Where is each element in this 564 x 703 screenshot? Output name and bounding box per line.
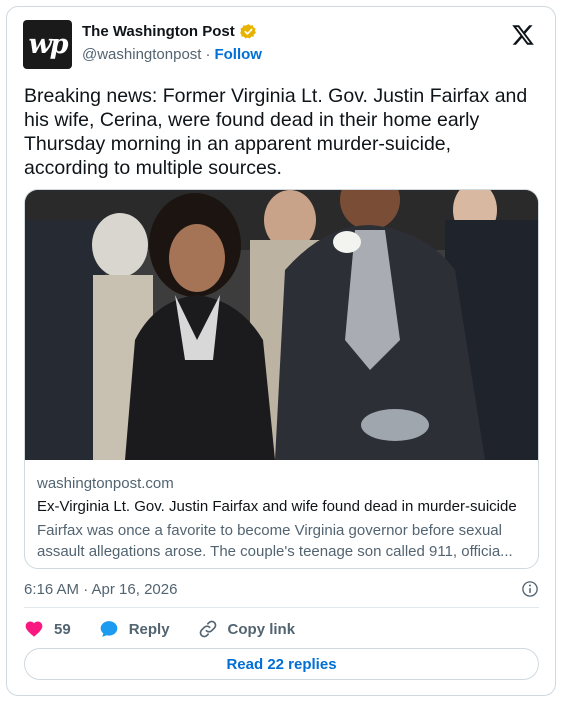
verified-badge-icon	[239, 24, 256, 39]
link-domain: washingtonpost.com	[37, 475, 174, 492]
action-bar: 59 Reply Copy link	[24, 617, 323, 641]
link-description: Fairfax was once a favorite to become Vi…	[37, 522, 513, 560]
embedded-tweet-card: wp The Washington Post @washingtonpost ·…	[6, 6, 556, 696]
info-icon[interactable]	[521, 580, 539, 598]
author-handle-row: @washingtonpost · Follow	[82, 46, 262, 63]
link-title[interactable]: Ex-Virginia Lt. Gov. Justin Fairfax and …	[37, 497, 527, 517]
read-replies-button[interactable]: Read 22 replies	[24, 648, 539, 680]
link-preview-card[interactable]: washingtonpost.com Ex-Virginia Lt. Gov. …	[24, 189, 539, 569]
follow-button[interactable]: Follow	[214, 46, 262, 63]
copy-link-button[interactable]: Copy link	[198, 619, 296, 639]
copy-link-label: Copy link	[227, 620, 296, 638]
speech-bubble-icon	[100, 621, 118, 637]
like-button[interactable]: 59	[24, 619, 71, 639]
divider	[24, 607, 539, 608]
author-name-row: The Washington Post	[82, 23, 257, 40]
tweet-timestamp[interactable]: 6:16 AM · Apr 16, 2026	[24, 581, 177, 598]
heart-icon	[25, 621, 43, 637]
reply-button[interactable]: Reply	[99, 619, 170, 639]
link-icon	[199, 620, 216, 638]
author-avatar[interactable]: wp	[23, 20, 72, 69]
link-meta: washingtonpost.com Ex-Virginia Lt. Gov. …	[37, 474, 527, 562]
article-photo	[25, 190, 538, 460]
timestamp-row: 6:16 AM · Apr 16, 2026	[24, 577, 539, 601]
handle-separator: ·	[205, 46, 211, 63]
tweet-text: Breaking news: Former Virginia Lt. Gov. …	[24, 85, 528, 179]
author-handle[interactable]: @washingtonpost	[82, 46, 201, 63]
like-count: 59	[54, 620, 71, 638]
reply-label: Reply	[128, 620, 170, 638]
author-name[interactable]: The Washington Post	[82, 23, 235, 40]
x-logo-icon[interactable]	[511, 23, 535, 47]
